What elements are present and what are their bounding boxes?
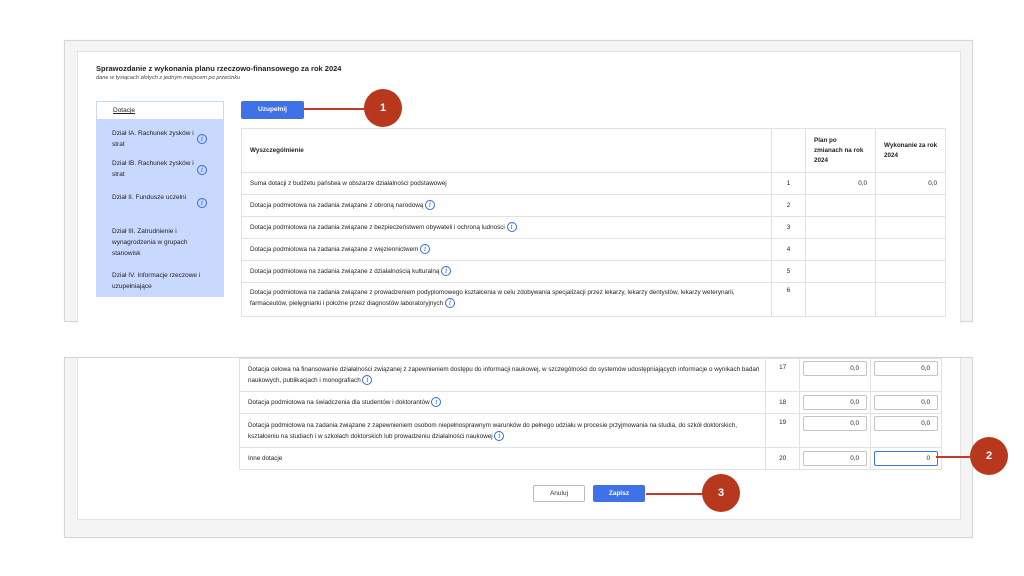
plan-input[interactable]: 0,0 — [802, 395, 867, 410]
plan-input[interactable]: 0,0 — [802, 361, 867, 376]
info-icon[interactable]: i — [197, 165, 207, 175]
bottom-screenshot-panel: Dotacja celowa na finansowanie działalno… — [64, 357, 973, 538]
sidebar-item-dzial-iii[interactable]: Dział III. Zatrudnienie i wynagrodzenia … — [96, 226, 224, 259]
table-row: Dotacja podmiotowa na zadania związane z… — [241, 216, 946, 239]
callout-badge-1: 1 — [364, 89, 402, 127]
table-row: Dotacja podmiotowa na świadczenia dla st… — [238, 391, 943, 414]
sidebar-item-dzial-ii[interactable]: Dział II. Fundusze uczelni i — [96, 192, 224, 208]
report-subtitle: dane w tysiącach złotych z jednym miejsc… — [96, 75, 241, 81]
fill-button[interactable]: Uzupełnij — [241, 101, 304, 119]
cancel-button[interactable]: Anuluj — [533, 485, 585, 502]
callout-line — [936, 456, 970, 458]
done-input-focused[interactable]: 0 — [873, 451, 938, 466]
sidebar-item-label: Dział IB. Rachunek zysków i strat — [112, 160, 194, 178]
info-icon[interactable]: i — [197, 134, 207, 144]
dotacje-table-bottom: Dotacja celowa na finansowanie działalno… — [238, 358, 943, 470]
sidebar-item-label: Dział IV. Informacje rzeczowe i uzupełni… — [112, 272, 201, 290]
done-input[interactable]: 0,0 — [873, 361, 938, 376]
sidebar-item-label: Dział III. Zatrudnienie i wynagrodzenia … — [112, 228, 188, 257]
callout-line — [646, 493, 704, 495]
table-row: Dotacja podmiotowa na zadania związane z… — [241, 282, 946, 317]
info-icon[interactable]: i — [431, 397, 442, 408]
sidebar-item-label: Dział II. Fundusze uczelni — [112, 194, 187, 201]
info-icon[interactable]: i — [420, 244, 431, 255]
info-icon[interactable]: i — [441, 266, 452, 277]
sidebar: Dotacje Dział IA. Rachunek zysków i stra… — [96, 101, 224, 297]
plan-input[interactable]: 0,0 — [802, 451, 867, 466]
info-icon[interactable]: i — [444, 298, 455, 309]
table-row: Dotacja celowa na finansowanie działalno… — [238, 358, 943, 392]
table-row: Dotacja podmiotowa na zadania związane z… — [241, 260, 946, 283]
plan-input[interactable]: 0,0 — [802, 416, 867, 431]
report-card-bottom: Dotacja celowa na finansowanie działalno… — [77, 358, 961, 520]
info-icon[interactable]: i — [362, 375, 373, 386]
info-icon[interactable]: i — [506, 222, 517, 233]
table-row: Dotacja podmiotowa na zadania związane z… — [238, 413, 943, 448]
header-description: Wyszczególnienie — [241, 128, 772, 173]
sidebar-item-dzial-iv[interactable]: Dział IV. Informacje rzeczowe i uzupełni… — [96, 270, 224, 292]
info-icon[interactable]: i — [197, 198, 207, 208]
report-card: Sprawozdanie z wykonania planu rzeczowo-… — [77, 51, 961, 323]
info-icon[interactable]: i — [425, 200, 436, 211]
table-row: Suma dotacji z budżetu państwa w obszarz… — [241, 172, 946, 195]
sidebar-item-label: Dział IA. Rachunek zysków i strat — [112, 130, 194, 148]
table-row: Dotacja podmiotowa na zadania związane z… — [241, 238, 946, 261]
header-done: Wykonanie za rok 2024 — [875, 128, 946, 173]
sidebar-item-dzial-ia[interactable]: Dział IA. Rachunek zysków i strat i — [96, 128, 224, 150]
top-screenshot-panel: Sprawozdanie z wykonania planu rzeczowo-… — [64, 40, 973, 323]
table-row: Inne dotacje 20 0,0 0 — [238, 447, 943, 470]
callout-badge-2: 2 — [970, 437, 1008, 475]
dotacje-table-top: Wyszczególnienie Plan po zmianach na rok… — [241, 128, 946, 317]
sidebar-item-label: Dotacje — [113, 107, 136, 114]
done-input[interactable]: 0,0 — [873, 416, 938, 431]
callout-badge-3: 3 — [702, 474, 740, 512]
sidebar-item-dotacje[interactable]: Dotacje — [96, 101, 224, 120]
info-icon[interactable]: i — [494, 430, 505, 441]
sidebar-item-dzial-ib[interactable]: Dział IB. Rachunek zysków i strat i — [96, 158, 224, 180]
callout-line — [304, 108, 366, 110]
header-plan: Plan po zmianach na rok 2024 — [805, 128, 876, 173]
done-input[interactable]: 0,0 — [873, 395, 938, 410]
save-button[interactable]: Zapisz — [593, 485, 645, 502]
table-row: Dotacja podmiotowa na zadania związane z… — [241, 194, 946, 217]
report-title: Sprawozdanie z wykonania planu rzeczowo-… — [96, 64, 342, 73]
